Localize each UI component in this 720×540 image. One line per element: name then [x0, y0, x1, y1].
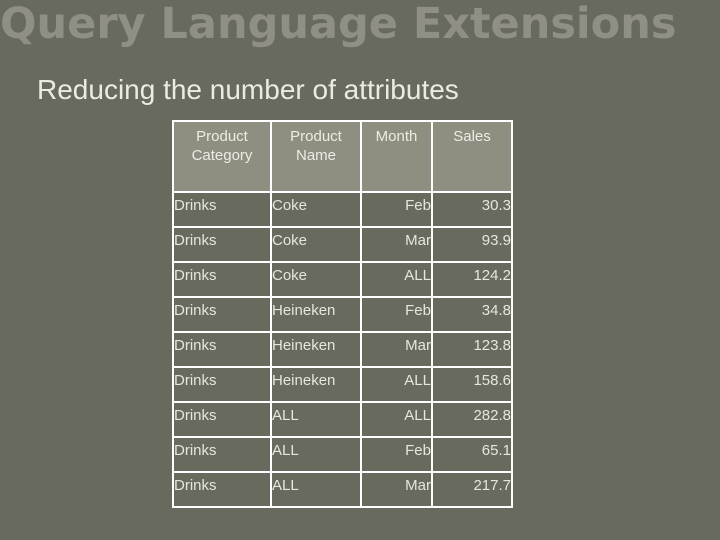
cell-product-name: Coke [270, 191, 362, 228]
header-sales: Sales [431, 120, 513, 193]
table-row: Drinks Coke Feb 30.3 [172, 191, 513, 228]
header-line: Product [196, 128, 248, 145]
cell-product-category: Drinks [172, 296, 272, 333]
cell-sales: 124.2 [431, 261, 513, 298]
header-product-name: Product Name [270, 120, 362, 193]
table-body: Drinks Coke Feb 30.3 Drinks Coke Mar 93.… [172, 191, 513, 508]
header-product-category: Product Category [172, 120, 272, 193]
cell-product-category: Drinks [172, 366, 272, 403]
header-line: Name [295, 147, 336, 164]
cell-product-category: Drinks [172, 331, 272, 368]
cell-sales: 217.7 [431, 471, 513, 508]
cell-sales: 93.9 [431, 226, 513, 263]
header-line: Category [191, 147, 253, 164]
cell-sales: 282.8 [431, 401, 513, 438]
cell-product-name: Heineken [270, 296, 362, 333]
cell-sales: 30.3 [431, 191, 513, 228]
cell-product-name: Heineken [270, 331, 362, 368]
table-row: Drinks ALL ALL 282.8 [172, 401, 513, 438]
cell-product-category: Drinks [172, 436, 272, 473]
header-line: Product [290, 128, 342, 145]
table-row: Drinks Heineken Feb 34.8 [172, 296, 513, 333]
table-row: Drinks Heineken Mar 123.8 [172, 331, 513, 368]
cell-month: Mar [360, 331, 433, 368]
cell-sales: 65.1 [431, 436, 513, 473]
cell-product-category: Drinks [172, 471, 272, 508]
header-line: Sales [453, 128, 491, 145]
header-row: Product Category Product Name Month Sales [172, 120, 513, 193]
header-line: Month [375, 128, 418, 145]
table-row: Drinks Coke Mar 93.9 [172, 226, 513, 263]
cell-sales: 158.6 [431, 366, 513, 403]
table-header: Product Category Product Name Month Sales [172, 120, 513, 193]
cell-month: Mar [360, 226, 433, 263]
cell-sales: 34.8 [431, 296, 513, 333]
cell-product-name: Heineken [270, 366, 362, 403]
cell-month: Feb [360, 191, 433, 228]
cell-month: Feb [360, 436, 433, 473]
cell-month: ALL [360, 366, 433, 403]
cell-month: Mar [360, 471, 433, 508]
sales-table: Product Category Product Name Month Sales … [172, 120, 513, 508]
cell-product-name: Coke [270, 261, 362, 298]
header-month: Month [360, 120, 433, 193]
cell-product-category: Drinks [172, 401, 272, 438]
slide-subtitle: Reducing the number of attributes [37, 74, 459, 105]
cell-product-name: Coke [270, 226, 362, 263]
cell-product-category: Drinks [172, 261, 272, 298]
slide-title: Query Language Extensions [0, 0, 677, 49]
cell-month: ALL [360, 261, 433, 298]
cell-product-name: ALL [270, 471, 362, 508]
cell-product-name: ALL [270, 436, 362, 473]
cell-product-category: Drinks [172, 191, 272, 228]
table-row: Drinks Coke ALL 124.2 [172, 261, 513, 298]
cell-product-name: ALL [270, 401, 362, 438]
table-row: Drinks ALL Mar 217.7 [172, 471, 513, 508]
table-row: Drinks ALL Feb 65.1 [172, 436, 513, 473]
table-row: Drinks Heineken ALL 158.6 [172, 366, 513, 403]
cell-product-category: Drinks [172, 226, 272, 263]
cell-month: Feb [360, 296, 433, 333]
cell-month: ALL [360, 401, 433, 438]
cell-sales: 123.8 [431, 331, 513, 368]
